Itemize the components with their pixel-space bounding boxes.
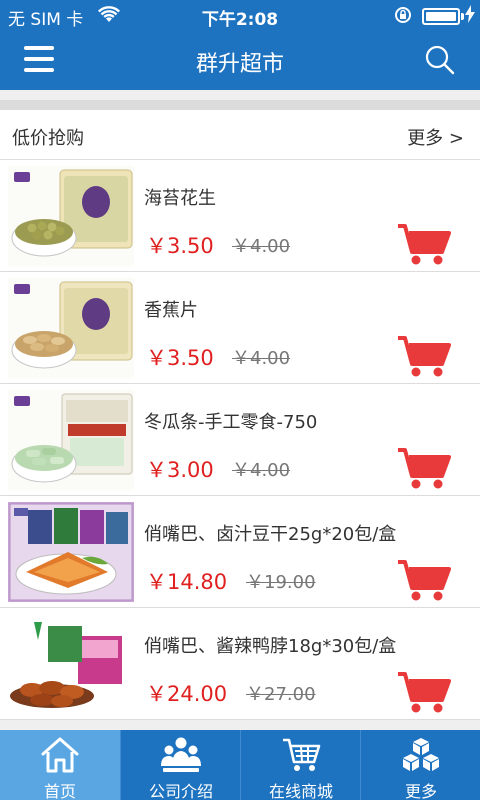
product-price: ￥14.80 [146,570,228,594]
rotation-lock-icon [395,7,411,23]
product-original-price: ￥19.00 [246,572,316,593]
nav-bar: 群升超市 [0,30,480,90]
tab-label: 更多 [404,782,437,800]
product-item[interactable]: 冬瓜条-手工零食-750 ￥3.00 ￥4.00 [0,384,480,496]
product-list: 海苔花生 ￥3.50 ￥4.00 香蕉片 ￥3.50 ￥4.00 冬瓜条-手工零… [0,160,480,720]
tab-label: 首页 [43,782,76,800]
product-name: 冬瓜条-手工零食-750 [144,412,318,433]
cubes-icon [403,738,439,771]
divider [0,100,480,110]
divider [0,90,480,100]
cart-icon [283,738,321,771]
product-image [8,614,134,714]
product-item[interactable]: 俏嘴巴、卤汁豆干25g*20包/盒 ￥14.80 ￥19.00 [0,496,480,608]
search-icon[interactable] [424,44,456,76]
section-title: 低价抢购 [12,128,84,149]
product-original-price: ￥27.00 [246,684,316,705]
tab-more[interactable]: 更多 [361,730,480,800]
home-icon [41,737,79,773]
product-price: ￥3.00 [146,458,214,482]
tab-label: 公司介绍 [148,782,213,800]
product-price: ￥24.00 [146,682,228,706]
product-name: 香蕉片 [144,300,198,321]
page-title: 群升超市 [195,52,284,77]
add-to-cart-icon[interactable] [396,334,452,378]
add-to-cart-icon[interactable] [396,558,452,602]
product-image [8,390,134,490]
product-original-price: ￥4.00 [232,460,291,481]
tab-label: 在线商城 [268,782,333,800]
product-item[interactable]: 香蕉片 ￥3.50 ￥4.00 [0,272,480,384]
add-to-cart-icon[interactable] [396,670,452,714]
tab-bar: 首页 公司介绍 在线商城 更多 [0,730,480,800]
charging-icon [465,5,475,23]
status-bar: 无 SIM 卡 下午2:08 [0,0,480,30]
tab-company-intro[interactable]: 公司介绍 [121,730,241,800]
product-image [8,278,134,378]
product-original-price: ￥4.00 [232,348,291,369]
section-header: 低价抢购 更多 > [0,110,480,160]
menu-button[interactable] [20,42,58,76]
product-image [8,166,134,266]
product-price: ￥3.50 [146,234,214,258]
battery-tip [461,13,464,20]
tab-home[interactable]: 首页 [0,730,120,800]
product-price: ￥3.50 [146,346,214,370]
product-name: 海苔花生 [144,188,216,209]
add-to-cart-icon[interactable] [396,446,452,490]
product-item[interactable]: 海苔花生 ￥3.50 ￥4.00 [0,160,480,272]
product-name: 俏嘴巴、卤汁豆干25g*20包/盒 [144,524,397,545]
people-icon [161,737,201,772]
more-link[interactable]: 更多 > [407,124,464,150]
add-to-cart-icon[interactable] [396,222,452,266]
tab-online-mall[interactable]: 在线商城 [241,730,361,800]
product-name: 俏嘴巴、酱辣鸭脖18g*30包/盒 [144,636,397,657]
product-item[interactable]: 俏嘴巴、酱辣鸭脖18g*30包/盒 ￥24.00 ￥27.00 [0,608,480,720]
battery-icon [422,8,460,25]
product-original-price: ￥4.00 [232,236,291,257]
product-image [8,502,134,602]
